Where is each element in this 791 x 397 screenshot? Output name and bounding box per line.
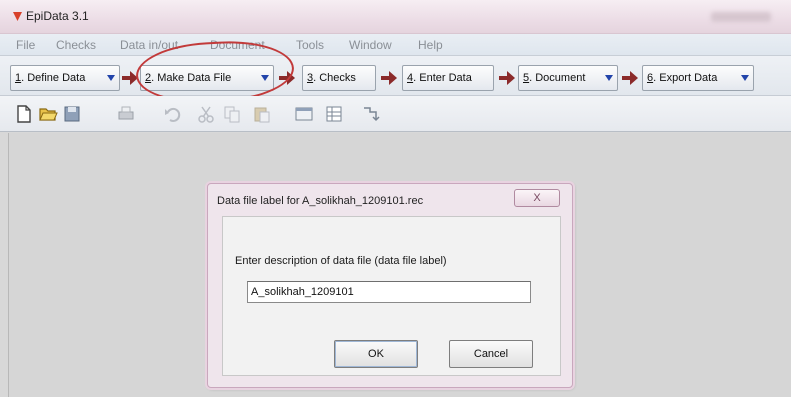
- menu-bar: File Checks Data in/out Document Tools W…: [0, 34, 791, 56]
- chevron-down-icon: [107, 75, 115, 81]
- undo-icon[interactable]: [162, 104, 182, 124]
- data-file-label-input[interactable]: [247, 281, 531, 303]
- description-prompt: Enter description of data file (data fil…: [235, 255, 447, 267]
- paste-icon[interactable]: [252, 104, 272, 124]
- workflow-bar: 1. Define Data 2. Make Data File 3. Chec…: [0, 56, 791, 96]
- close-icon: X: [533, 192, 541, 204]
- workflow-arrow-icon: [381, 71, 397, 85]
- save-icon[interactable]: [62, 104, 82, 124]
- chevron-down-icon: [741, 75, 749, 81]
- menu-tools[interactable]: Tools: [296, 38, 324, 52]
- cancel-button[interactable]: Cancel: [449, 340, 533, 368]
- data-file-label-dialog: Data file label for A_solikhah_1209101.r…: [207, 183, 573, 388]
- enter-data-button[interactable]: 4. Enter Data: [402, 65, 494, 91]
- ok-button[interactable]: OK: [334, 340, 418, 368]
- chevron-down-icon: [605, 75, 613, 81]
- window-icon[interactable]: [294, 104, 314, 124]
- workflow-arrow-icon: [499, 71, 515, 85]
- table-icon[interactable]: [324, 104, 344, 124]
- define-data-button[interactable]: 1. Define Data: [10, 65, 120, 91]
- document-button[interactable]: 5. Document: [518, 65, 618, 91]
- checks-button[interactable]: 3. Checks: [302, 65, 376, 91]
- menu-file[interactable]: File: [16, 38, 35, 52]
- field-icon[interactable]: [360, 104, 380, 124]
- print-icon[interactable]: [116, 104, 136, 124]
- cut-icon[interactable]: [196, 104, 216, 124]
- export-data-button[interactable]: 6. Export Data: [642, 65, 754, 91]
- workflow-arrow-icon: [622, 71, 638, 85]
- menu-window[interactable]: Window: [349, 38, 392, 52]
- dialog-close-button[interactable]: X: [514, 189, 560, 207]
- menu-help[interactable]: Help: [418, 38, 443, 52]
- copy-icon[interactable]: [222, 104, 242, 124]
- open-folder-icon[interactable]: [38, 104, 58, 124]
- menu-checks[interactable]: Checks: [56, 38, 96, 52]
- title-bar: EpiData 3.1: [0, 0, 791, 34]
- window-title: EpiData 3.1: [26, 9, 89, 23]
- new-file-icon[interactable]: [14, 104, 34, 124]
- toolbar: [0, 96, 791, 132]
- epidata-app-icon: [13, 12, 22, 21]
- dialog-title: Data file label for A_solikhah_1209101.r…: [217, 195, 424, 207]
- window-controls[interactable]: [711, 12, 771, 22]
